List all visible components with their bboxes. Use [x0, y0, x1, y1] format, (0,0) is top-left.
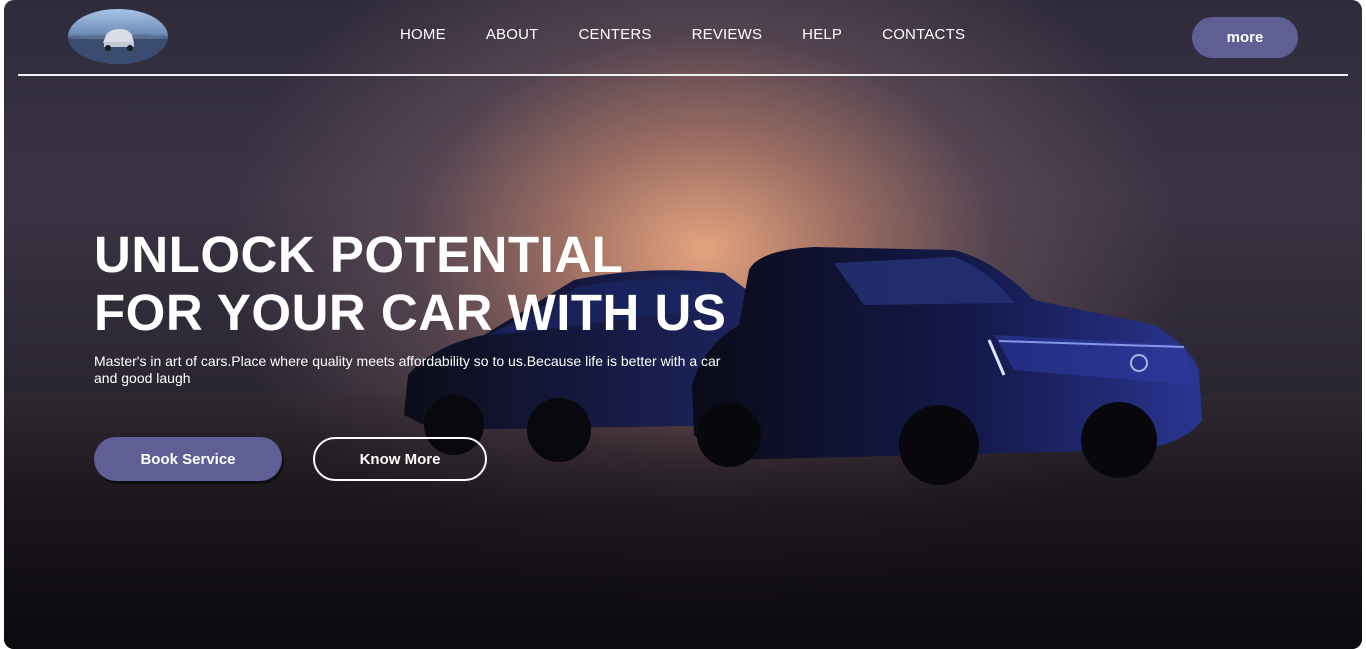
- hero-subtitle: Master's in art of cars.Place where qual…: [94, 353, 721, 386]
- nav-link-contacts[interactable]: CONTACTS: [882, 26, 965, 43]
- know-more-button[interactable]: Know More: [313, 437, 487, 481]
- nav-link-centers[interactable]: CENTERS: [579, 26, 652, 43]
- hero-title: UNLOCK POTENTIAL FOR YOUR CAR WITH US: [94, 226, 726, 342]
- nav-link-help[interactable]: HELP: [802, 26, 842, 43]
- nav-link-reviews[interactable]: REVIEWS: [692, 26, 763, 43]
- logo[interactable]: [68, 9, 168, 64]
- nav-divider: [18, 74, 1348, 76]
- car-logo-icon: [68, 29, 168, 64]
- top-navigation: HOME ABOUT CENTERS REVIEWS HELP CONTACTS…: [4, 0, 1362, 76]
- nav-link-home[interactable]: HOME: [400, 26, 446, 43]
- more-button[interactable]: more: [1192, 17, 1298, 58]
- hero-title-line-2: FOR YOUR CAR WITH US: [94, 284, 727, 341]
- nav-link-about[interactable]: ABOUT: [486, 26, 539, 43]
- nav-links: HOME ABOUT CENTERS REVIEWS HELP CONTACTS: [400, 26, 965, 43]
- hero-title-line-1: UNLOCK POTENTIAL: [94, 226, 624, 283]
- hero-section: HOME ABOUT CENTERS REVIEWS HELP CONTACTS…: [4, 0, 1362, 649]
- book-service-button[interactable]: Book Service: [94, 437, 282, 481]
